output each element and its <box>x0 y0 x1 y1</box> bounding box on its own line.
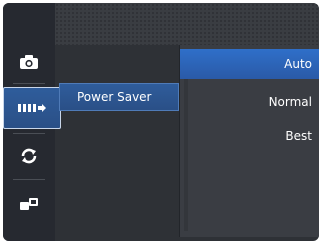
sidebar-item-camera[interactable] <box>5 41 53 83</box>
camera-menu-screen: Power Saver Auto Normal Best <box>3 3 319 241</box>
sidebar-item-refresh[interactable] <box>5 135 53 177</box>
sidebar-divider <box>13 133 45 134</box>
option-label: Best <box>285 129 312 143</box>
power-saver-icon <box>17 100 47 116</box>
option-auto[interactable]: Auto <box>180 49 319 79</box>
menu-item-power-saver[interactable]: Power Saver <box>59 83 179 111</box>
sidebar-item-connect[interactable] <box>5 183 53 225</box>
option-label: Auto <box>284 57 312 71</box>
option-label: Normal <box>268 95 312 109</box>
option-normal[interactable]: Normal <box>180 87 319 117</box>
options-panel: Auto Normal Best <box>179 45 319 237</box>
connect-icon <box>19 196 39 212</box>
camera-icon <box>19 54 39 70</box>
sidebar-divider <box>13 83 45 84</box>
option-best[interactable]: Best <box>180 121 319 151</box>
sidebar-item-power-saver[interactable] <box>3 87 61 129</box>
menu-item-label: Power Saver <box>77 90 152 104</box>
refresh-icon <box>19 147 39 165</box>
sidebar-divider <box>13 179 45 180</box>
top-texture <box>55 3 319 45</box>
sidebar <box>3 3 61 241</box>
